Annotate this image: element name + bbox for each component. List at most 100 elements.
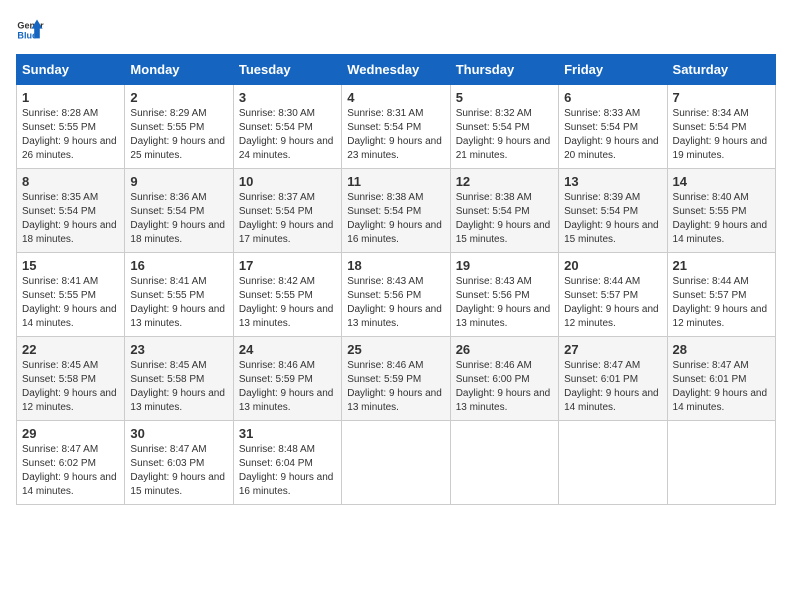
calendar-day-cell: 29 Sunrise: 8:47 AMSunset: 6:02 PMDayligh… [17, 421, 125, 505]
day-number: 3 [239, 90, 336, 105]
calendar-day-cell: 25 Sunrise: 8:46 AMSunset: 5:59 PMDayligh… [342, 337, 450, 421]
day-of-week-sunday: Sunday [17, 55, 125, 85]
day-number: 24 [239, 342, 336, 357]
day-info: Sunrise: 8:46 AMSunset: 6:00 PMDaylight:… [456, 359, 553, 415]
day-number: 8 [22, 174, 119, 189]
day-number: 13 [564, 174, 661, 189]
calendar-day-cell: 12 Sunrise: 8:38 AMSunset: 5:54 PMDayligh… [450, 169, 558, 253]
day-info: Sunrise: 8:47 AMSunset: 6:01 PMDaylight:… [564, 359, 661, 415]
day-info: Sunrise: 8:29 AMSunset: 5:55 PMDaylight:… [130, 107, 227, 163]
calendar-day-cell: 3 Sunrise: 8:30 AMSunset: 5:54 PMDaylight… [233, 85, 341, 169]
day-info: Sunrise: 8:47 AMSunset: 6:01 PMDaylight:… [673, 359, 770, 415]
day-number: 12 [456, 174, 553, 189]
day-info: Sunrise: 8:38 AMSunset: 5:54 PMDaylight:… [347, 191, 444, 247]
day-number: 11 [347, 174, 444, 189]
svg-text:Blue: Blue [17, 30, 37, 40]
day-of-week-friday: Friday [559, 55, 667, 85]
calendar-week-row: 15 Sunrise: 8:41 AMSunset: 5:55 PMDayligh… [17, 253, 776, 337]
calendar-day-cell: 20 Sunrise: 8:44 AMSunset: 5:57 PMDayligh… [559, 253, 667, 337]
header: General Blue [16, 16, 776, 44]
calendar-day-cell: 27Sunrise: 8:47 AMSunset: 6:01 PMDayligh… [559, 337, 667, 421]
calendar-week-row: 29 Sunrise: 8:47 AMSunset: 6:02 PMDayligh… [17, 421, 776, 505]
empty-cell [450, 421, 558, 505]
day-number: 7 [673, 90, 770, 105]
day-number: 30 [130, 426, 227, 441]
day-number: 20 [564, 258, 661, 273]
calendar-day-cell: 13 Sunrise: 8:39 AMSunset: 5:54 PMDayligh… [559, 169, 667, 253]
day-info: Sunrise: 8:31 AMSunset: 5:54 PMDaylight:… [347, 107, 444, 163]
calendar-header-row: SundayMondayTuesdayWednesdayThursdayFrid… [17, 55, 776, 85]
calendar-week-row: 8 Sunrise: 8:35 AMSunset: 5:54 PMDaylight… [17, 169, 776, 253]
calendar-day-cell: 16Sunrise: 8:41 AMSunset: 5:55 PMDayligh… [125, 253, 233, 337]
logo: General Blue [16, 16, 44, 44]
day-number: 25 [347, 342, 444, 357]
calendar-day-cell: 31Sunrise: 8:48 AMSunset: 6:04 PMDayligh… [233, 421, 341, 505]
empty-cell [559, 421, 667, 505]
day-number: 14 [673, 174, 770, 189]
day-info: Sunrise: 8:46 AMSunset: 5:59 PMDaylight:… [347, 359, 444, 415]
day-number: 1 [22, 90, 119, 105]
day-number: 17 [239, 258, 336, 273]
day-info: Sunrise: 8:32 AMSunset: 5:54 PMDaylight:… [456, 107, 553, 163]
day-of-week-tuesday: Tuesday [233, 55, 341, 85]
calendar-day-cell: 4 Sunrise: 8:31 AMSunset: 5:54 PMDaylight… [342, 85, 450, 169]
day-info: Sunrise: 8:41 AMSunset: 5:55 PMDaylight:… [22, 275, 119, 331]
calendar-day-cell: 10Sunrise: 8:37 AMSunset: 5:54 PMDayligh… [233, 169, 341, 253]
day-number: 29 [22, 426, 119, 441]
day-of-week-wednesday: Wednesday [342, 55, 450, 85]
day-number: 22 [22, 342, 119, 357]
day-of-week-monday: Monday [125, 55, 233, 85]
day-info: Sunrise: 8:28 AMSunset: 5:55 PMDaylight:… [22, 107, 119, 163]
day-info: Sunrise: 8:41 AMSunset: 5:55 PMDaylight:… [130, 275, 227, 331]
calendar-day-cell: 8 Sunrise: 8:35 AMSunset: 5:54 PMDaylight… [17, 169, 125, 253]
day-info: Sunrise: 8:30 AMSunset: 5:54 PMDaylight:… [239, 107, 336, 163]
calendar-day-cell: 9Sunrise: 8:36 AMSunset: 5:54 PMDaylight… [125, 169, 233, 253]
day-info: Sunrise: 8:39 AMSunset: 5:54 PMDaylight:… [564, 191, 661, 247]
day-info: Sunrise: 8:34 AMSunset: 5:54 PMDaylight:… [673, 107, 770, 163]
calendar-day-cell: 7 Sunrise: 8:34 AMSunset: 5:54 PMDaylight… [667, 85, 775, 169]
day-info: Sunrise: 8:35 AMSunset: 5:54 PMDaylight:… [22, 191, 119, 247]
calendar-day-cell: 18 Sunrise: 8:43 AMSunset: 5:56 PMDayligh… [342, 253, 450, 337]
empty-cell [667, 421, 775, 505]
calendar-day-cell: 2 Sunrise: 8:29 AMSunset: 5:55 PMDaylight… [125, 85, 233, 169]
calendar-day-cell: 11 Sunrise: 8:38 AMSunset: 5:54 PMDayligh… [342, 169, 450, 253]
day-number: 5 [456, 90, 553, 105]
day-info: Sunrise: 8:43 AMSunset: 5:56 PMDaylight:… [456, 275, 553, 331]
day-number: 2 [130, 90, 227, 105]
day-info: Sunrise: 8:46 AMSunset: 5:59 PMDaylight:… [239, 359, 336, 415]
day-info: Sunrise: 8:47 AMSunset: 6:02 PMDaylight:… [22, 443, 119, 499]
day-number: 18 [347, 258, 444, 273]
day-info: Sunrise: 8:42 AMSunset: 5:55 PMDaylight:… [239, 275, 336, 331]
day-number: 9 [130, 174, 227, 189]
calendar-day-cell: 21Sunrise: 8:44 AMSunset: 5:57 PMDayligh… [667, 253, 775, 337]
calendar-day-cell: 30Sunrise: 8:47 AMSunset: 6:03 PMDayligh… [125, 421, 233, 505]
day-of-week-saturday: Saturday [667, 55, 775, 85]
day-number: 19 [456, 258, 553, 273]
day-info: Sunrise: 8:40 AMSunset: 5:55 PMDaylight:… [673, 191, 770, 247]
calendar-week-row: 22 Sunrise: 8:45 AMSunset: 5:58 PMDayligh… [17, 337, 776, 421]
day-info: Sunrise: 8:38 AMSunset: 5:54 PMDaylight:… [456, 191, 553, 247]
calendar-day-cell: 19 Sunrise: 8:43 AMSunset: 5:56 PMDayligh… [450, 253, 558, 337]
calendar-day-cell: 22 Sunrise: 8:45 AMSunset: 5:58 PMDayligh… [17, 337, 125, 421]
calendar-day-cell: 17 Sunrise: 8:42 AMSunset: 5:55 PMDayligh… [233, 253, 341, 337]
day-info: Sunrise: 8:45 AMSunset: 5:58 PMDaylight:… [130, 359, 227, 415]
day-info: Sunrise: 8:33 AMSunset: 5:54 PMDaylight:… [564, 107, 661, 163]
calendar-day-cell: 15 Sunrise: 8:41 AMSunset: 5:55 PMDayligh… [17, 253, 125, 337]
day-number: 28 [673, 342, 770, 357]
day-info: Sunrise: 8:44 AMSunset: 5:57 PMDaylight:… [673, 275, 770, 331]
day-info: Sunrise: 8:37 AMSunset: 5:54 PMDaylight:… [239, 191, 336, 247]
day-number: 26 [456, 342, 553, 357]
day-info: Sunrise: 8:45 AMSunset: 5:58 PMDaylight:… [22, 359, 119, 415]
day-number: 31 [239, 426, 336, 441]
day-number: 15 [22, 258, 119, 273]
calendar-week-row: 1 Sunrise: 8:28 AMSunset: 5:55 PMDaylight… [17, 85, 776, 169]
calendar-day-cell: 6Sunrise: 8:33 AMSunset: 5:54 PMDaylight… [559, 85, 667, 169]
calendar-day-cell: 23Sunrise: 8:45 AMSunset: 5:58 PMDayligh… [125, 337, 233, 421]
day-number: 4 [347, 90, 444, 105]
calendar-day-cell: 24 Sunrise: 8:46 AMSunset: 5:59 PMDayligh… [233, 337, 341, 421]
calendar-day-cell: 26 Sunrise: 8:46 AMSunset: 6:00 PMDayligh… [450, 337, 558, 421]
calendar-day-cell: 14 Sunrise: 8:40 AMSunset: 5:55 PMDayligh… [667, 169, 775, 253]
day-info: Sunrise: 8:43 AMSunset: 5:56 PMDaylight:… [347, 275, 444, 331]
day-info: Sunrise: 8:44 AMSunset: 5:57 PMDaylight:… [564, 275, 661, 331]
calendar-day-cell: 28 Sunrise: 8:47 AMSunset: 6:01 PMDayligh… [667, 337, 775, 421]
